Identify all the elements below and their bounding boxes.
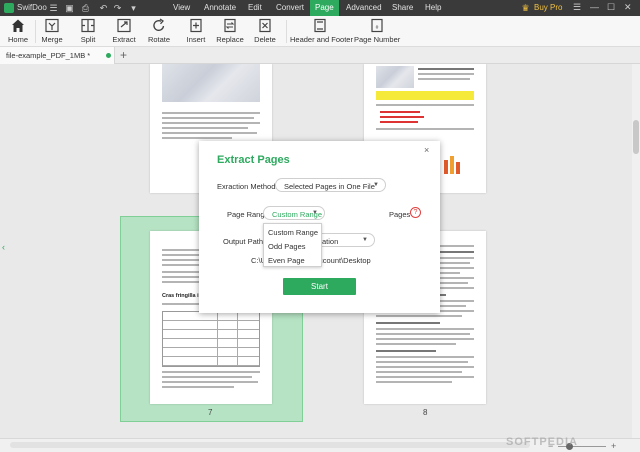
buy-pro-link[interactable]: Buy Pro	[534, 3, 562, 12]
undo-icon[interactable]: ↶	[98, 3, 109, 13]
menu-bar: SwifDoo ☰ ▣ ⎙ ↶ ↷ ▾ View Annotate Edit C…	[0, 0, 640, 16]
rotate-button[interactable]: Rotate	[144, 18, 174, 44]
horizontal-scrollbar[interactable]	[10, 442, 530, 448]
dialog-title: Extract Pages	[217, 154, 290, 166]
page-number-button[interactable]: # Page Number	[354, 18, 400, 44]
header-footer-icon	[314, 18, 326, 33]
menu-help[interactable]: Help	[425, 3, 441, 12]
extract-icon	[117, 18, 131, 33]
ribbon-divider	[35, 20, 36, 43]
split-button[interactable]: Split	[74, 18, 102, 44]
insert-icon	[190, 18, 202, 33]
home-button[interactable]: Home	[4, 18, 32, 44]
pages-label: Pages	[389, 210, 411, 219]
document-tab-title: file-example_PDF_1MB *	[6, 51, 91, 60]
home-label: Home	[7, 35, 28, 44]
watermark: SOFTPEDIA	[506, 436, 578, 448]
extraction-method-select[interactable]: Selected Pages in One File ▼	[275, 178, 386, 192]
insert-button[interactable]: Insert	[182, 18, 210, 44]
merge-icon	[45, 18, 59, 33]
home-icon	[12, 19, 24, 32]
unsaved-indicator	[106, 53, 111, 58]
ribbon-toolbar: Home Merge Split Extract Rotate Insert R…	[0, 16, 640, 47]
page-number-label: 8	[423, 408, 428, 417]
output-path-text: ccount\Desktop	[319, 256, 371, 265]
replace-button[interactable]: Replace	[216, 18, 244, 44]
menu-edit[interactable]: Edit	[248, 3, 262, 12]
page-image	[162, 64, 260, 102]
vertical-scrollbar[interactable]	[632, 64, 640, 438]
chevron-down-icon: ▼	[362, 237, 368, 243]
menu-page[interactable]: Page	[310, 0, 339, 16]
ribbon-divider	[286, 20, 287, 43]
more-icon[interactable]: ▾	[128, 3, 139, 13]
menu-icon[interactable]: ☰	[48, 3, 59, 13]
close-window-icon[interactable]: ✕	[624, 2, 632, 13]
insert-label: Insert	[186, 35, 206, 44]
crown-icon: ♛	[521, 3, 530, 13]
dropdown-option-custom-range[interactable]: Custom Range	[268, 228, 318, 237]
output-path-value: ation	[322, 237, 339, 246]
delete-label: Delete	[254, 35, 276, 44]
dropdown-option-odd-pages[interactable]: Odd Pages	[268, 242, 306, 251]
rotate-label: Rotate	[147, 35, 171, 44]
redo-icon[interactable]: ↷	[112, 3, 123, 13]
page-image	[376, 66, 414, 88]
header-footer-label: Header and Footer	[290, 35, 353, 44]
collapse-panel-icon[interactable]: ‹	[2, 242, 5, 252]
delete-button[interactable]: Delete	[251, 18, 279, 44]
menu-annotate[interactable]: Annotate	[204, 3, 236, 12]
options-icon[interactable]: ☰	[573, 2, 581, 13]
document-tab-bar: file-example_PDF_1MB * +	[0, 47, 640, 64]
add-tab-icon[interactable]: +	[120, 48, 127, 62]
menu-advanced[interactable]: Advanced	[346, 3, 382, 12]
extract-button[interactable]: Extract	[110, 18, 138, 44]
swifdoo-logo-icon	[4, 3, 14, 13]
extract-label: Extract	[112, 35, 136, 44]
document-tab[interactable]: file-example_PDF_1MB *	[0, 47, 115, 64]
extract-pages-dialog: Extract Pages × Exraction Methods: Selec…	[199, 141, 440, 313]
close-icon[interactable]: ×	[424, 145, 429, 155]
vertical-scroll-thumb[interactable]	[633, 120, 639, 154]
help-icon[interactable]: ?	[410, 207, 421, 218]
page-range-dropdown: Custom Range Odd Pages Even Page	[263, 223, 322, 267]
split-label: Split	[80, 35, 96, 44]
start-button[interactable]: Start	[283, 278, 356, 295]
replace-label: Replace	[216, 35, 244, 44]
split-icon	[81, 18, 95, 33]
save-icon[interactable]: ▣	[64, 3, 75, 13]
page-table	[162, 311, 260, 367]
menu-share[interactable]: Share	[392, 3, 413, 12]
extraction-method-value: Selected Pages in One File	[284, 182, 375, 191]
page-number-label: 7	[208, 408, 213, 417]
maximize-icon[interactable]: ☐	[607, 2, 615, 13]
output-path-label: Output Path:	[223, 237, 266, 246]
delete-icon	[259, 18, 271, 33]
minimize-icon[interactable]: —	[590, 2, 599, 12]
zoom-in-icon[interactable]: +	[611, 441, 616, 451]
menu-convert[interactable]: Convert	[276, 3, 304, 12]
merge-button[interactable]: Merge	[38, 18, 66, 44]
page-range-select[interactable]: Custom Range ▼	[263, 206, 325, 220]
replace-icon	[224, 18, 236, 33]
highlighted-text	[376, 91, 474, 100]
svg-text:#: #	[376, 25, 379, 31]
page-number-label: Page Number	[354, 35, 401, 44]
rotate-icon	[153, 18, 165, 31]
extraction-methods-label: Exraction Methods:	[217, 182, 282, 191]
chevron-down-icon: ▼	[312, 210, 318, 216]
page-number-icon: #	[371, 18, 383, 33]
dropdown-option-even-page[interactable]: Even Page	[268, 256, 305, 265]
header-footer-button[interactable]: Header and Footer	[290, 18, 353, 44]
app-name: SwifDoo	[17, 3, 47, 12]
print-icon[interactable]: ⎙	[80, 3, 91, 13]
merge-label: Merge	[41, 35, 63, 44]
menu-view[interactable]: View	[173, 3, 190, 12]
chevron-down-icon: ▼	[373, 182, 379, 188]
